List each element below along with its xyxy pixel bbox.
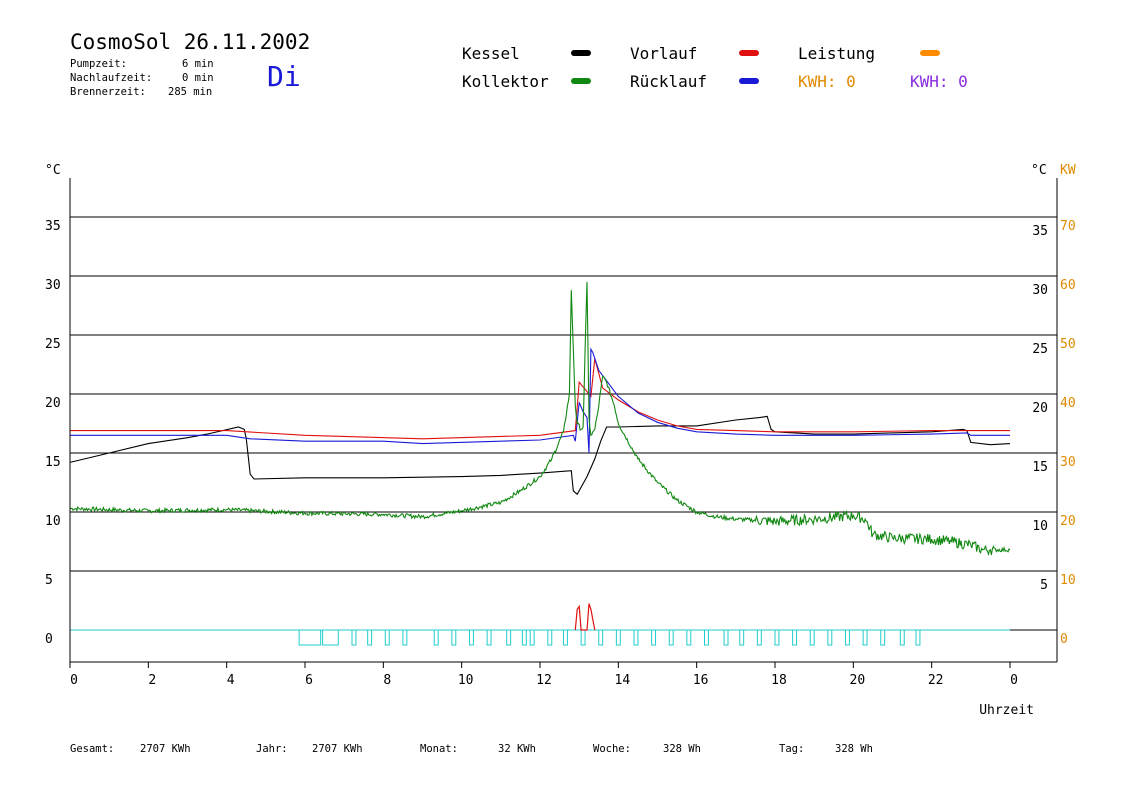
pump-on-interval	[809, 629, 815, 646]
kw-tick-label: 60	[1060, 278, 1076, 293]
leistung-trace	[574, 603, 596, 631]
kw-tick-label: 0	[1060, 632, 1068, 647]
grid-lines	[70, 216, 1057, 572]
y-tick-label-left: 15	[45, 455, 61, 470]
x-tick-label: 10	[458, 673, 474, 688]
y-tick-label-left: 30	[45, 278, 61, 293]
pump-on-interval	[351, 629, 357, 646]
pump-on-interval	[547, 629, 553, 646]
footer-jahr-value: 2707 KWh	[312, 743, 363, 755]
x-tick-label: 6	[305, 673, 313, 688]
x-tick-label: 8	[383, 673, 391, 688]
pump-on-interval	[615, 629, 621, 646]
pump-on-interval	[827, 629, 833, 646]
pump-on-interval	[723, 629, 729, 646]
y-tick-label-right: 25	[1032, 342, 1048, 357]
pump-on-interval	[915, 629, 921, 646]
x-tick-label: 14	[615, 673, 631, 688]
pump-on-interval	[862, 629, 868, 646]
pump-on-interval	[433, 629, 439, 646]
y-tick-label-right: 5	[1040, 578, 1048, 593]
kw-tick-label: 30	[1060, 455, 1076, 470]
x-tick-label: 16	[693, 673, 709, 688]
series-vorlauf	[70, 358, 1010, 440]
pump-on-interval	[633, 629, 639, 646]
y-tick-label-left: 5	[45, 573, 53, 588]
kw-tick-label: 10	[1060, 573, 1076, 588]
kw-tick-label: 50	[1060, 337, 1076, 352]
series-kessel	[69, 415, 1011, 496]
pump-on-interval	[899, 629, 905, 646]
chart-svg: 0 2 4 6 8 10 12 14 16 18 20 22 0 Uhrzeit 0 5 5 10 10 15 15 20…	[45, 163, 1076, 718]
footer-gesamt-label: Gesamt:	[70, 743, 115, 755]
kw-tick-label: 40	[1060, 396, 1076, 411]
series-lines	[69, 281, 1011, 557]
y-tick-label-left: 10	[45, 514, 61, 529]
pump-on-interval	[322, 629, 339, 646]
footer-tag-value: 328 Wh	[835, 743, 873, 755]
kw-tick-label: 70	[1060, 219, 1076, 234]
x-tick-label: 0	[1010, 673, 1018, 688]
pump-on-interval	[298, 629, 322, 646]
y-tick-label-right: 15	[1032, 460, 1048, 475]
pump-on-interval	[451, 629, 457, 646]
x-axis-title: Uhrzeit	[979, 703, 1034, 718]
footer-tag-label: Tag:	[779, 743, 805, 755]
footer-jahr-label: Jahr:	[256, 743, 288, 755]
pump-on-interval	[739, 629, 745, 646]
pump-on-interval	[651, 629, 657, 646]
pump-on-interval	[521, 629, 527, 646]
pump-on-interval	[506, 629, 512, 646]
pump-indicator	[70, 629, 1057, 646]
y-tick-label-right: 35	[1032, 224, 1048, 239]
footer-gesamt-value: 2707 KWh	[140, 743, 191, 755]
kw-unit-right: KW	[1060, 163, 1076, 178]
series-kollektor	[70, 281, 1011, 557]
kw-tick-label: 20	[1060, 514, 1076, 529]
y-unit-left: °C	[45, 163, 61, 178]
y-tick-label-right: 30	[1032, 283, 1048, 298]
x-tick-label: 20	[850, 673, 866, 688]
y-unit-right: °C	[1031, 163, 1047, 178]
pump-on-interval	[756, 629, 762, 646]
pump-on-interval	[469, 629, 474, 646]
x-tick-label: 22	[928, 673, 944, 688]
pump-on-interval	[529, 629, 535, 646]
pump-on-interval	[367, 629, 373, 646]
pump-on-interval	[598, 629, 604, 646]
pump-on-interval	[792, 629, 798, 646]
x-tick-label: 0	[70, 673, 78, 688]
y-tick-label-left: 25	[45, 337, 61, 352]
pump-on-interval	[563, 629, 568, 646]
footer-woche-label: Woche:	[593, 743, 631, 755]
footer-monat-value: 32 KWh	[498, 743, 536, 755]
x-tick-label: 12	[536, 673, 552, 688]
pump-on-interval	[704, 629, 709, 646]
tick-labels: 0 2 4 6 8 10 12 14 16 18 20 22 0 Uhrzeit 0 5 5 10 10 15 15 20…	[45, 163, 1076, 718]
pump-on-interval	[686, 629, 692, 646]
footer-woche-value: 328 Wh	[663, 743, 701, 755]
y-tick-label-left: 20	[45, 396, 61, 411]
pump-on-interval	[384, 629, 390, 646]
pump-on-interval	[880, 629, 886, 646]
pump-on-interval	[845, 629, 850, 646]
leistung-marks	[574, 603, 596, 631]
y-tick-label-left: 0	[45, 632, 53, 647]
y-tick-label-right: 10	[1032, 519, 1048, 534]
x-tick-label: 4	[227, 673, 235, 688]
pump-on-interval	[580, 629, 586, 646]
y-tick-label-right: 20	[1032, 401, 1048, 416]
pump-on-interval	[486, 629, 492, 646]
y-tick-label-left: 35	[45, 219, 61, 234]
axes	[69, 178, 1058, 668]
series-rcklauf	[70, 347, 1010, 454]
pump-on-interval	[402, 629, 408, 646]
footer-monat-label: Monat:	[420, 743, 458, 755]
pump-on-interval	[774, 629, 780, 646]
x-tick-label: 18	[771, 673, 787, 688]
x-tick-label: 2	[148, 673, 156, 688]
pump-on-interval	[668, 629, 674, 646]
